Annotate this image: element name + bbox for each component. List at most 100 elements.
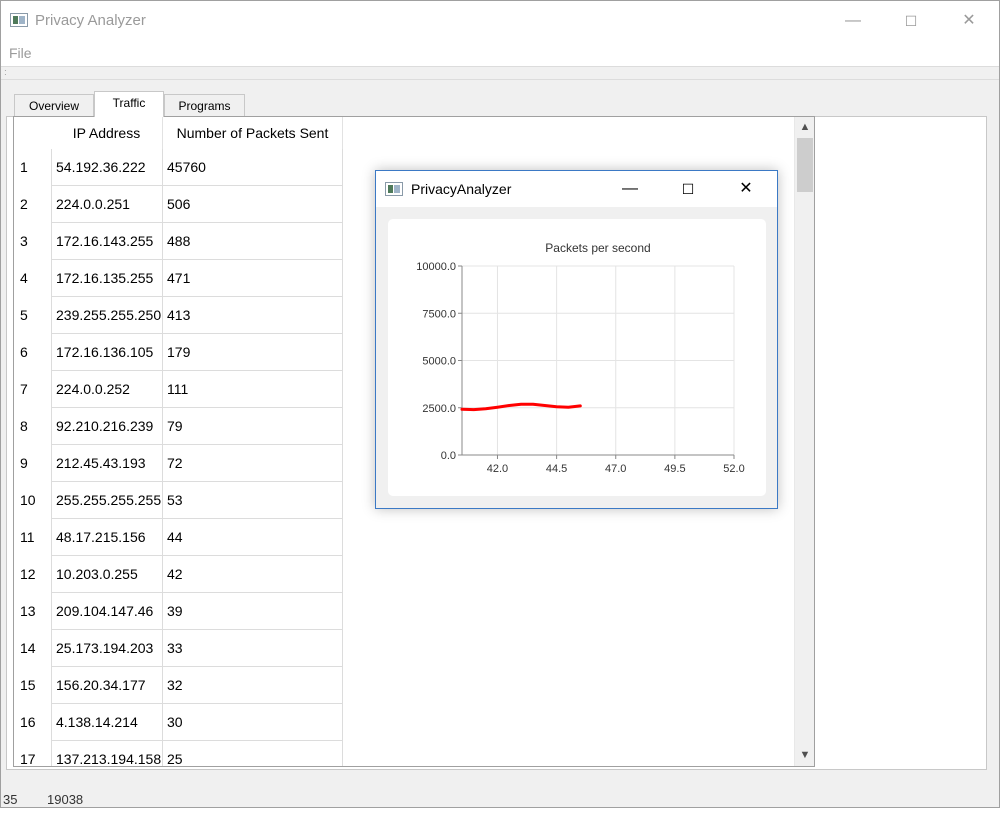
ip-cell[interactable]: 209.104.147.46 xyxy=(51,593,163,630)
table-row[interactable]: 12 10.203.0.255 42 xyxy=(14,556,344,593)
maximize-button[interactable]: ☐ xyxy=(888,5,934,37)
menu-file[interactable]: File xyxy=(9,45,32,61)
ip-cell[interactable]: 54.192.36.222 xyxy=(51,149,163,186)
packets-cell[interactable]: 72 xyxy=(163,445,343,482)
row-number[interactable]: 7 xyxy=(14,371,51,408)
row-number[interactable]: 17 xyxy=(14,741,51,766)
dialog-close-button[interactable]: ✕ xyxy=(723,173,769,205)
minimize-button[interactable]: — xyxy=(830,5,876,37)
packets-cell[interactable]: 44 xyxy=(163,519,343,556)
scroll-down-icon[interactable]: ▼ xyxy=(795,746,814,764)
tab-traffic[interactable]: Traffic xyxy=(94,91,164,117)
ip-cell[interactable]: 4.138.14.214 xyxy=(51,704,163,741)
ip-cell[interactable]: 172.16.135.255 xyxy=(51,260,163,297)
table-row[interactable]: 15 156.20.34.177 32 xyxy=(14,667,344,704)
tab-overview[interactable]: Overview xyxy=(14,94,94,116)
close-button[interactable]: ✕ xyxy=(946,5,992,37)
row-number[interactable]: 16 xyxy=(14,704,51,741)
scroll-up-icon[interactable]: ▲ xyxy=(795,118,814,136)
table-row[interactable]: 2 224.0.0.251 506 xyxy=(14,186,344,223)
ip-cell[interactable]: 224.0.0.252 xyxy=(51,371,163,408)
row-number[interactable]: 1 xyxy=(14,149,51,186)
packets-cell[interactable]: 111 xyxy=(163,371,343,408)
ip-cell[interactable]: 156.20.34.177 xyxy=(51,667,163,704)
table-row[interactable]: 9 212.45.43.193 72 xyxy=(14,445,344,482)
packets-cell[interactable]: 42 xyxy=(163,556,343,593)
row-number[interactable]: 12 xyxy=(14,556,51,593)
table-row[interactable]: 10 255.255.255.255 53 xyxy=(14,482,344,519)
y-tick-label: 10000.0 xyxy=(416,261,456,273)
dialog-maximize-button[interactable]: ☐ xyxy=(665,173,711,205)
dialog-minimize-button[interactable]: — xyxy=(607,173,653,205)
row-number[interactable]: 10 xyxy=(14,482,51,519)
y-tick-label: 5000.0 xyxy=(422,356,456,368)
ip-cell[interactable]: 172.16.143.255 xyxy=(51,223,163,260)
row-number[interactable]: 4 xyxy=(14,260,51,297)
x-tick-label: 52.0 xyxy=(723,463,744,475)
row-number[interactable]: 2 xyxy=(14,186,51,223)
row-number[interactable]: 11 xyxy=(14,519,51,556)
column-header-packets[interactable]: Number of Packets Sent xyxy=(163,117,343,149)
packets-cell[interactable]: 53 xyxy=(163,482,343,519)
x-tick-label: 49.5 xyxy=(664,463,685,475)
packets-cell[interactable]: 39 xyxy=(163,593,343,630)
column-header-ip[interactable]: IP Address xyxy=(51,117,163,149)
table-row[interactable]: 11 48.17.215.156 44 xyxy=(14,519,344,556)
table-row[interactable]: 1 54.192.36.222 45760 xyxy=(14,149,344,186)
table-row[interactable]: 8 92.210.216.239 79 xyxy=(14,408,344,445)
packets-cell[interactable]: 33 xyxy=(163,630,343,667)
packets-cell[interactable]: 32 xyxy=(163,667,343,704)
table-row[interactable]: 3 172.16.143.255 488 xyxy=(14,223,344,260)
ip-cell[interactable]: 224.0.0.251 xyxy=(51,186,163,223)
table-row[interactable]: 13 209.104.147.46 39 xyxy=(14,593,344,630)
row-number[interactable]: 8 xyxy=(14,408,51,445)
table-corner[interactable] xyxy=(14,117,51,149)
packets-cell[interactable]: 179 xyxy=(163,334,343,371)
x-tick-label: 42.0 xyxy=(487,463,508,475)
packets-cell[interactable]: 471 xyxy=(163,260,343,297)
ip-cell[interactable]: 172.16.136.105 xyxy=(51,334,163,371)
packets-cell[interactable]: 506 xyxy=(163,186,343,223)
toolbar-grip[interactable]: · · xyxy=(4,67,7,79)
tab-programs[interactable]: Programs xyxy=(164,94,245,116)
vertical-scrollbar[interactable]: ▲ ▼ xyxy=(794,117,814,766)
series-line xyxy=(460,402,582,412)
table-row[interactable]: 4 172.16.135.255 471 xyxy=(14,260,344,297)
table-row[interactable]: 6 172.16.136.105 179 xyxy=(14,334,344,371)
chart-panel: Packets per second 0.0 2500.0 5000.0 7500.0 1… xyxy=(388,219,766,496)
ip-cell[interactable]: 48.17.215.156 xyxy=(51,519,163,556)
table-row[interactable]: 7 224.0.0.252 111 xyxy=(14,371,344,408)
scroll-thumb[interactable] xyxy=(797,138,813,192)
dialog-app-icon xyxy=(385,182,403,196)
window-title: Privacy Analyzer xyxy=(35,12,146,29)
row-number[interactable]: 14 xyxy=(14,630,51,667)
ip-cell[interactable]: 212.45.43.193 xyxy=(51,445,163,482)
table-row[interactable]: 5 239.255.255.250 413 xyxy=(14,297,344,334)
table-row[interactable]: 17 137.213.194.158 25 xyxy=(14,741,344,766)
row-number[interactable]: 13 xyxy=(14,593,51,630)
row-number[interactable]: 5 xyxy=(14,297,51,334)
table-row[interactable]: 14 25.173.194.203 33 xyxy=(14,630,344,667)
toolbar-area: · · xyxy=(1,66,999,80)
row-number[interactable]: 15 xyxy=(14,667,51,704)
packets-cell[interactable]: 488 xyxy=(163,223,343,260)
table-row[interactable]: 16 4.138.14.214 30 xyxy=(14,704,344,741)
app-icon xyxy=(10,13,28,27)
packets-cell[interactable]: 45760 xyxy=(163,149,343,186)
row-number[interactable]: 6 xyxy=(14,334,51,371)
row-number[interactable]: 3 xyxy=(14,223,51,260)
packets-cell[interactable]: 30 xyxy=(163,704,343,741)
packets-cell[interactable]: 79 xyxy=(163,408,343,445)
packets-cell[interactable]: 413 xyxy=(163,297,343,334)
dialog-title: PrivacyAnalyzer xyxy=(411,181,512,197)
ip-cell[interactable]: 25.173.194.203 xyxy=(51,630,163,667)
ip-cell[interactable]: 137.213.194.158 xyxy=(51,741,163,766)
packets-cell[interactable]: 25 xyxy=(163,741,343,766)
row-number[interactable]: 9 xyxy=(14,445,51,482)
ip-cell[interactable]: 92.210.216.239 xyxy=(51,408,163,445)
ip-cell[interactable]: 255.255.255.255 xyxy=(51,482,163,519)
ip-cell[interactable]: 10.203.0.255 xyxy=(51,556,163,593)
ip-cell[interactable]: 239.255.255.250 xyxy=(51,297,163,334)
y-tick-label: 2500.0 xyxy=(422,403,456,415)
status-peek-left: 35 xyxy=(3,792,18,807)
